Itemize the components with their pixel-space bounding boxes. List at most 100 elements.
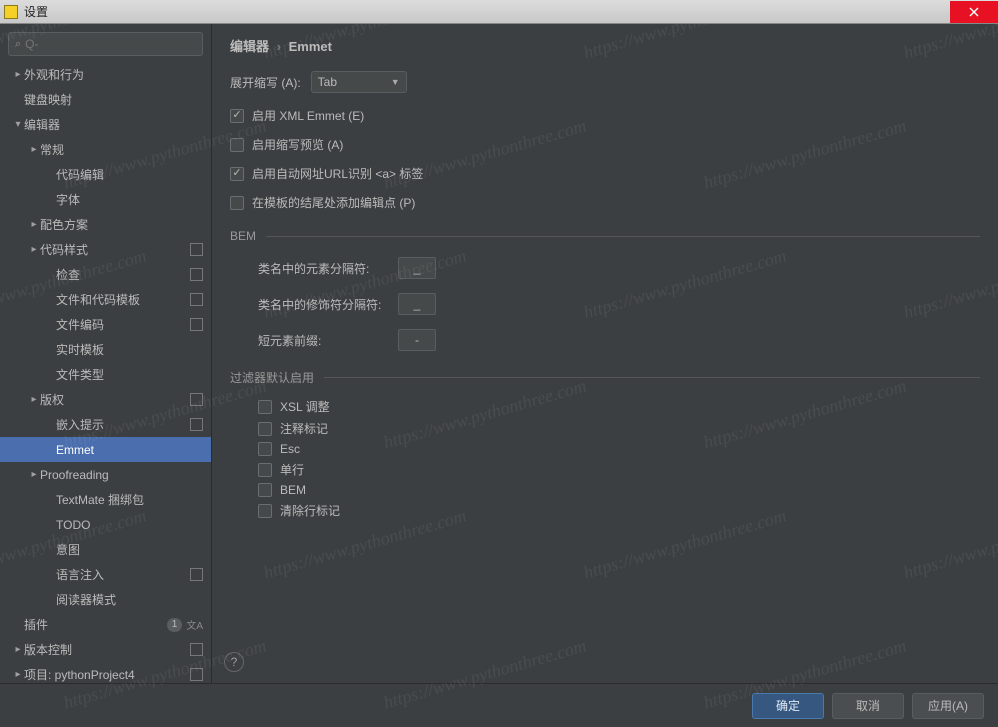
window-title: 设置 [24,3,48,20]
chevron-right-icon: ▸ [28,394,40,405]
sidebar-item[interactable]: ▸版权 [0,387,211,412]
bem-label: 类名中的修饰符分隔符: [258,296,388,313]
sidebar-item[interactable]: Emmet [0,437,211,462]
sidebar: ⌕ ▸外观和行为键盘映射▾编辑器▸常规代码编辑字体▸配色方案▸代码样式检查文件和… [0,24,212,683]
settings-tree[interactable]: ▸外观和行为键盘映射▾编辑器▸常规代码编辑字体▸配色方案▸代码样式检查文件和代码… [0,62,211,683]
expand-label: 展开缩写 (A): [230,74,301,91]
item-icons [190,668,203,681]
item-icons [190,568,203,581]
checkbox[interactable] [258,400,272,414]
sidebar-item[interactable]: 键盘映射 [0,87,211,112]
close-icon [969,7,979,17]
filter-row[interactable]: XSL 调整 [258,398,980,415]
filter-row[interactable]: 清除行标记 [258,502,980,519]
sidebar-item-label: 键盘映射 [24,91,203,108]
checkbox-row[interactable]: 启用自动网址URL识别 <a> 标签 [230,165,980,182]
sidebar-item[interactable]: ▸常规 [0,137,211,162]
cancel-button[interactable]: 取消 [832,693,904,719]
separator-line [266,236,980,237]
sidebar-item[interactable]: 实时模板 [0,337,211,362]
checkbox[interactable] [258,442,272,456]
sidebar-item[interactable]: 检查 [0,262,211,287]
checkbox[interactable] [258,483,272,497]
project-scope-icon [190,668,203,681]
checkbox[interactable] [230,196,244,210]
count-badge: 1 [167,618,183,632]
sidebar-item[interactable]: ▸版本控制 [0,637,211,662]
sidebar-item-label: 文件编码 [56,316,190,333]
sidebar-item[interactable]: 文件类型 [0,362,211,387]
apply-button[interactable]: 应用(A) [912,693,984,719]
sidebar-item-label: 实时模板 [56,341,203,358]
sidebar-item[interactable]: 字体 [0,187,211,212]
search-input[interactable] [25,37,196,51]
item-icons [190,293,203,306]
sidebar-item[interactable]: ▸外观和行为 [0,62,211,87]
sidebar-item[interactable]: 语言注入 [0,562,211,587]
sidebar-item-label: 代码编辑 [56,166,203,183]
chevron-down-icon: ▼ [391,77,400,87]
checkbox-label: 启用 XML Emmet (E) [252,107,364,124]
sidebar-item[interactable]: 文件和代码模板 [0,287,211,312]
help-button[interactable]: ? [224,652,244,672]
filters-title: 过滤器默认启用 [230,369,314,386]
item-icons [190,243,203,256]
filter-row[interactable]: BEM [258,483,980,497]
item-icons [190,643,203,656]
checkbox-row[interactable]: 在模板的结尾处添加编辑点 (P) [230,194,980,211]
sidebar-item-label: 文件和代码模板 [56,291,190,308]
bem-group-title: BEM [230,229,980,243]
search-icon: ⌕ [15,38,21,51]
item-icons [190,393,203,406]
sidebar-item[interactable]: ▾编辑器 [0,112,211,137]
app-icon [4,5,18,19]
sidebar-item-label: TODO [56,518,203,532]
project-scope-icon [190,568,203,581]
sidebar-item-label: 版本控制 [24,641,190,658]
ok-button[interactable]: 确定 [752,693,824,719]
sidebar-item[interactable]: 插件1文A [0,612,211,637]
filter-row[interactable]: 单行 [258,461,980,478]
checkbox[interactable] [230,167,244,181]
sidebar-item[interactable]: ▸代码样式 [0,237,211,262]
separator-line [324,377,980,378]
settings-body: 展开缩写 (A): Tab ▼ 启用 XML Emmet (E) 启用缩写预览 (… [212,63,998,683]
checkbox[interactable] [258,504,272,518]
sidebar-item-label: 阅读器模式 [56,591,203,608]
sidebar-item-label: 常规 [40,141,203,158]
breadcrumb-root[interactable]: 编辑器 [230,39,269,54]
expand-row: 展开缩写 (A): Tab ▼ [230,71,980,93]
sidebar-item[interactable]: ▸Proofreading [0,462,211,487]
sidebar-item[interactable]: 代码编辑 [0,162,211,187]
sidebar-item[interactable]: 阅读器模式 [0,587,211,612]
bem-input[interactable] [398,257,436,279]
checkbox-row[interactable]: 启用 XML Emmet (E) [230,107,980,124]
language-icon: 文A [186,617,203,632]
search-box[interactable]: ⌕ [8,32,203,56]
sidebar-item[interactable]: 意图 [0,537,211,562]
checkbox[interactable] [258,422,272,436]
sidebar-item[interactable]: 文件编码 [0,312,211,337]
bem-input[interactable] [398,329,436,351]
sidebar-item[interactable]: TextMate 捆绑包 [0,487,211,512]
checkbox-row[interactable]: 启用缩写预览 (A) [230,136,980,153]
sidebar-item[interactable]: 嵌入提示 [0,412,211,437]
sidebar-item[interactable]: ▸项目: pythonProject4 [0,662,211,683]
sidebar-item-label: 检查 [56,266,190,283]
window-close-button[interactable] [950,1,998,23]
checkbox-label: 启用自动网址URL识别 <a> 标签 [252,165,423,182]
sidebar-item-label: 配色方案 [40,216,203,233]
checkbox[interactable] [230,138,244,152]
sidebar-item[interactable]: TODO [0,512,211,537]
bem-row: 类名中的元素分隔符: [258,257,980,279]
sidebar-item[interactable]: ▸配色方案 [0,212,211,237]
checkbox[interactable] [230,109,244,123]
bem-input[interactable] [398,293,436,315]
checkbox[interactable] [258,463,272,477]
filter-label: 注释标记 [280,420,328,437]
filter-row[interactable]: Esc [258,442,980,456]
sidebar-item-label: 插件 [24,616,167,633]
filter-row[interactable]: 注释标记 [258,420,980,437]
sidebar-item-label: 外观和行为 [24,66,203,83]
expand-combo[interactable]: Tab ▼ [311,71,407,93]
